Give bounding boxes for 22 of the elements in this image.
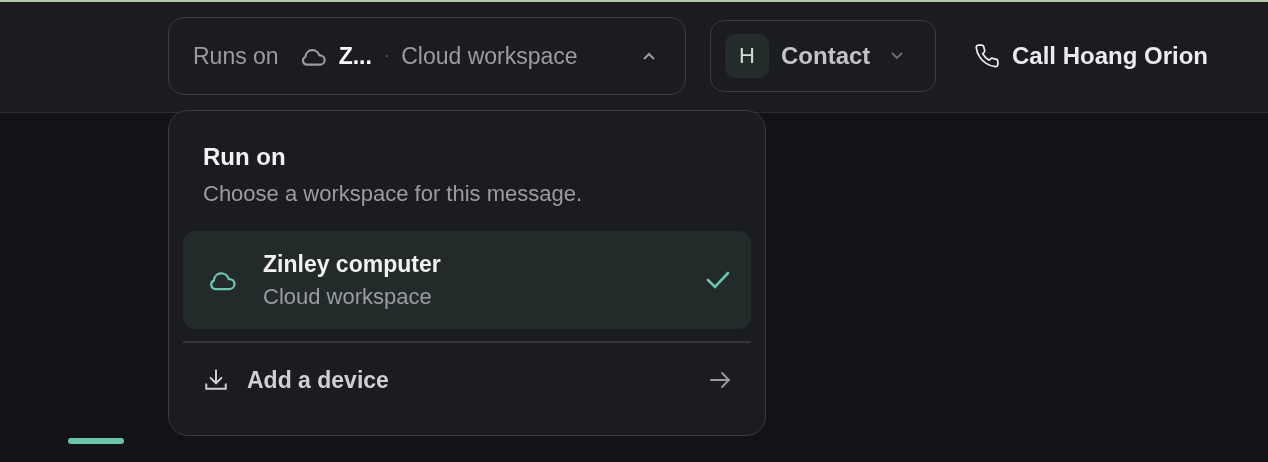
- separator-dot: ·: [383, 47, 390, 65]
- call-button[interactable]: Call Hoang Orion: [974, 42, 1208, 70]
- download-icon: [203, 367, 229, 393]
- device-name: Z...: [338, 42, 372, 70]
- add-device-item[interactable]: Add a device: [183, 343, 751, 417]
- workspace-option[interactable]: Zinley computer Cloud workspace: [183, 231, 751, 329]
- add-device-label: Add a device: [247, 366, 390, 394]
- accent-bar: [68, 438, 124, 444]
- option-name: Zinley computer: [263, 250, 442, 278]
- avatar: H: [725, 34, 769, 78]
- menu-subtitle: Choose a workspace for this message.: [202, 181, 584, 207]
- check-icon: [705, 270, 731, 290]
- chevron-icon: [890, 52, 905, 60]
- arrow-right-icon: [709, 371, 731, 389]
- runs-on-label: Runs on: [193, 42, 279, 70]
- phone-icon: [974, 43, 1000, 69]
- runs-on-dropdown[interactable]: Runs on Z... · Cloud workspace: [168, 17, 686, 95]
- contact-dropdown[interactable]: H Contact: [710, 20, 936, 92]
- menu-title: Run on: [202, 143, 287, 171]
- option-type: Cloud workspace: [263, 283, 433, 310]
- chevron-icon: [641, 51, 657, 61]
- workspace-type: Cloud workspace: [401, 42, 578, 70]
